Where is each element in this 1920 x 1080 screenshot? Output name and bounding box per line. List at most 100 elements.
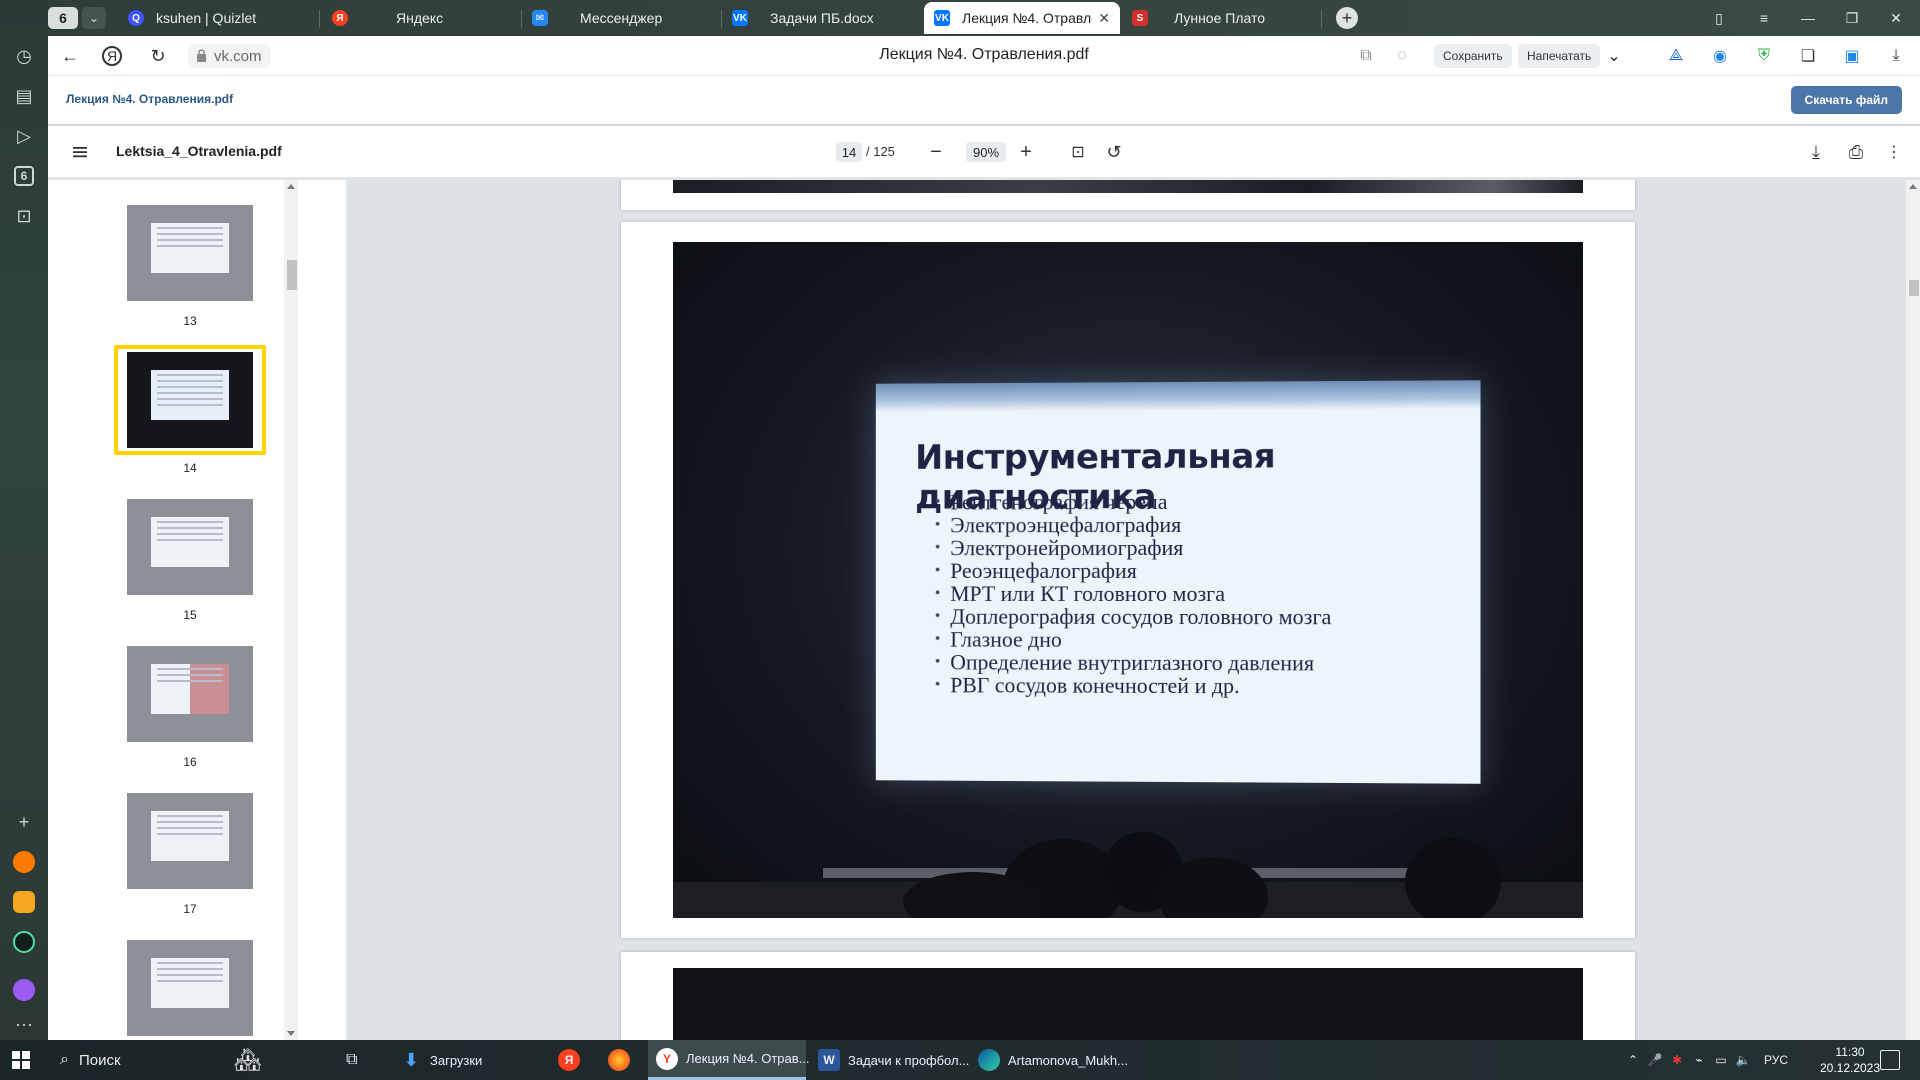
taskbar-item-label: Artamonova_Mukh... (1008, 1052, 1128, 1068)
extensions-icon[interactable]: ❏ (1796, 44, 1820, 68)
print-icon[interactable]: ⎙ (1844, 140, 1868, 164)
search-placeholder: Поиск (78, 1051, 121, 1069)
downloads-icon[interactable]: ⤓ (1884, 44, 1908, 68)
save-button[interactable]: Сохранить (1434, 44, 1512, 68)
thumbnail-panel: 13 14 15 16 17 (48, 180, 346, 1040)
thumbnail-page-14[interactable] (127, 352, 253, 448)
clock[interactable]: 11:30 20.12.2023 (1812, 1044, 1888, 1076)
more-icon[interactable]: ··· (8, 1008, 40, 1040)
url-field[interactable]: vk.com (188, 44, 270, 68)
thumbnail-page-16[interactable] (127, 646, 253, 742)
tab-label: Яндекс (396, 10, 444, 26)
page-total: / 125 (866, 144, 895, 159)
back-icon[interactable]: ← (58, 44, 82, 68)
notes-icon[interactable]: ▤ (8, 80, 40, 112)
reload-icon[interactable]: ↻ (146, 44, 170, 68)
start-button[interactable] (12, 1040, 36, 1080)
page-number-input[interactable]: 14 (836, 142, 862, 162)
show-hidden-icons[interactable]: ⌃ (1622, 1053, 1644, 1067)
notifications-icon[interactable] (1880, 1050, 1900, 1070)
minimize-icon[interactable]: — (1786, 0, 1830, 36)
vk-file-title[interactable]: Лекция №4. Отравления.pdf (66, 92, 233, 106)
tab-lecture-active[interactable]: VK Лекция №4. Отравлени ✕ (924, 2, 1120, 34)
menu-icon[interactable] (70, 142, 90, 162)
chevron-down-icon[interactable]: ⌄ (1602, 44, 1626, 68)
history-icon[interactable]: ◷ (8, 40, 40, 72)
close-tab-icon[interactable]: ✕ (1098, 10, 1110, 27)
yandex-home-icon[interactable]: Я (102, 46, 122, 66)
task-view-icon[interactable]: ⧉ (346, 1040, 374, 1080)
thumbnail-page-15[interactable] (127, 499, 253, 595)
tab-count-button[interactable]: 6 (48, 7, 78, 29)
messenger-icon: ✉ (532, 10, 548, 26)
zoom-in-icon[interactable]: + (1014, 140, 1038, 164)
tab-lunnoe-plato[interactable]: S Лунное Плато (1132, 2, 1322, 34)
collections-icon[interactable]: ▯ (1697, 0, 1741, 36)
slide-bullet: Рентгенография черепа (935, 489, 1332, 514)
taskbar-search[interactable]: ⌕ Поиск 🏘 (48, 1040, 266, 1080)
taskbar-item-downloads[interactable]: ⬇ Загрузки (392, 1040, 532, 1080)
tab-label: Лунное Плато (1174, 10, 1266, 26)
taskbar-item-edge[interactable]: Artamonova_Mukh... (972, 1040, 1132, 1080)
zoom-out-icon[interactable]: − (924, 140, 948, 164)
protect-shield-icon[interactable]: ⛨ (1752, 44, 1776, 68)
taskbar-item-label: Лекция №4. Отрав... (686, 1051, 810, 1066)
pdf-document-area: Инструментальная диагностика Рентгеногра… (346, 180, 1906, 1040)
pdf-page-14: Инструментальная диагностика Рентгеногра… (621, 222, 1635, 938)
wifi-icon[interactable]: ⌁ (1688, 1053, 1710, 1067)
screenshot-icon[interactable]: ⊡ (8, 200, 40, 232)
video-app-icon[interactable] (8, 926, 40, 958)
search-icon: ⌕ (60, 1051, 69, 1068)
tab-quizlet[interactable]: Q ksuhen | Quizlet (128, 2, 320, 34)
slide-bullet: Доплерография сосудов головного мозга (935, 604, 1331, 629)
alice-app-icon[interactable] (8, 974, 40, 1006)
taskbar-item-yandex[interactable]: Я (558, 1040, 588, 1080)
tab-messenger[interactable]: ✉ Мессенджер (532, 2, 722, 34)
thumbnail-number: 13 (183, 314, 197, 328)
language-indicator[interactable]: РУС (1764, 1053, 1788, 1067)
pdf-toolbar: Lektsia_4_Otravlenia.pdf 14 / 125 − 90% … (48, 126, 1920, 178)
volume-icon[interactable]: 🔈 (1732, 1053, 1754, 1067)
thumbnail-scrollbar[interactable] (284, 180, 298, 1040)
vk-icon: VK (732, 10, 748, 26)
document-scrollbar[interactable] (1906, 180, 1920, 1040)
thumbnail-page-13[interactable] (127, 205, 253, 301)
copy-icon[interactable]: ⧉ (1354, 44, 1378, 68)
slide-bullet: РВГ сосудов конечностей и др. (935, 672, 1332, 698)
acrobat-icon[interactable]: ⟁ (1664, 44, 1688, 68)
play-icon[interactable]: ▷ (8, 120, 40, 152)
menu-icon[interactable]: ≡ (1742, 0, 1786, 36)
thumbnail-page-17[interactable] (127, 793, 253, 889)
new-tab-button[interactable]: + (1336, 7, 1358, 29)
zoom-level-input[interactable]: 90% (966, 142, 1006, 162)
download-file-button[interactable]: Скачать файл (1790, 86, 1902, 114)
close-window-icon[interactable]: ✕ (1874, 0, 1918, 36)
translate-icon[interactable]: ◉ (1708, 44, 1732, 68)
music-app-icon[interactable] (8, 846, 40, 878)
rotate-icon[interactable]: ↺ (1102, 140, 1126, 164)
add-panel-icon[interactable]: + (8, 806, 40, 838)
restore-icon[interactable]: ❐ (1830, 0, 1874, 36)
microphone-icon[interactable]: 🎤 (1644, 1053, 1666, 1067)
houses-illustration-icon: 🏘 (234, 1047, 262, 1072)
comment-icon[interactable]: ◌ (1390, 44, 1414, 68)
tabs-badge-icon[interactable]: 6 (8, 160, 40, 192)
download-icon[interactable]: ⤓ (1804, 140, 1828, 164)
windows-logo-icon (12, 1051, 30, 1069)
chevron-down-icon[interactable]: ⌄ (82, 7, 106, 29)
taskbar-item-firefox[interactable] (608, 1040, 638, 1080)
taskbar-item-word[interactable]: W Задачи к профбол... (812, 1040, 970, 1080)
thumbnail-page-18[interactable] (127, 940, 253, 1036)
print-button[interactable]: Напечатать (1518, 44, 1601, 68)
quizlet-icon: Q (128, 10, 144, 26)
thumbnail-number: 16 (183, 755, 197, 769)
more-options-icon[interactable]: ⋮ (1882, 140, 1906, 164)
taskbar-item-lecture[interactable]: Y Лекция №4. Отрав... (648, 1040, 810, 1080)
network-alert-icon[interactable]: ✱ (1666, 1053, 1688, 1067)
tab-yandex[interactable]: Я Яндекс (332, 2, 522, 34)
fit-page-icon[interactable]: ⊡ (1066, 140, 1090, 164)
display-icon[interactable]: ▭ (1710, 1053, 1732, 1067)
collections-icon[interactable]: ▣ (1840, 44, 1864, 68)
mail-app-icon[interactable] (8, 886, 40, 918)
tab-docx[interactable]: VK Задачи ПБ.docx (732, 2, 922, 34)
